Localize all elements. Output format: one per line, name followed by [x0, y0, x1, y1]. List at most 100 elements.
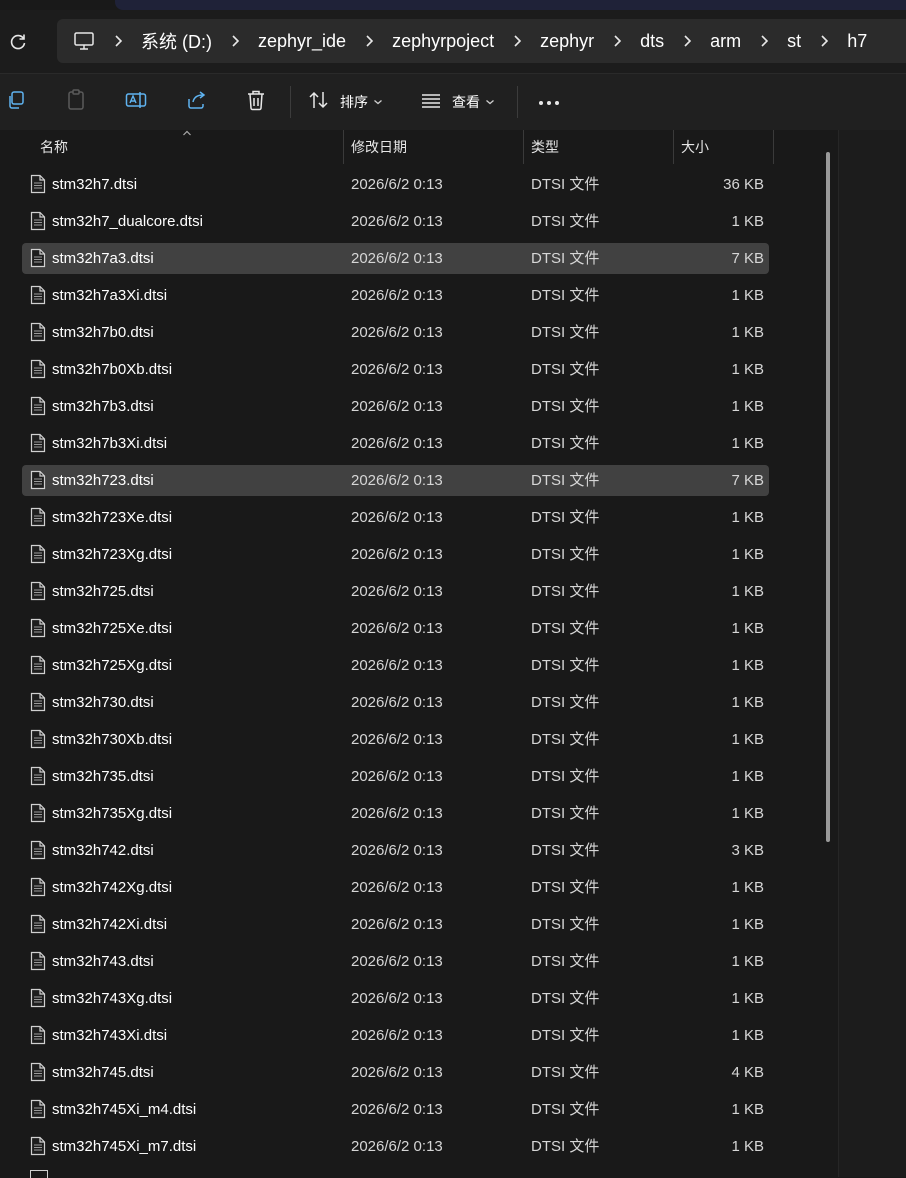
table-row[interactable]: stm32h7b3.dtsi 2026/6/2 0:13 DTSI 文件 1 KB — [22, 391, 769, 422]
file-size: 1 KB — [731, 1138, 764, 1155]
delete-button[interactable] — [246, 90, 266, 114]
file-icon — [30, 877, 46, 897]
table-row[interactable]: stm32h743Xg.dtsi 2026/6/2 0:13 DTSI 文件 1 KB — [22, 983, 769, 1014]
file-name: stm32h743Xg.dtsi — [52, 990, 173, 1007]
file-type: DTSI 文件 — [531, 916, 600, 933]
table-row[interactable]: stm32h725Xe.dtsi 2026/6/2 0:13 DTSI 文件 1 KB — [22, 613, 769, 644]
chevron-right-icon[interactable] — [346, 34, 392, 48]
file-name: stm32h745Xi_m7.dtsi — [52, 1138, 197, 1155]
chevron-right-icon[interactable] — [494, 34, 540, 48]
table-row[interactable]: stm32h745Xi_m4.dtsi 2026/6/2 0:13 DTSI 文件 1… — [22, 1094, 769, 1125]
column-modified[interactable]: 修改日期 — [351, 130, 407, 164]
view-label: 查看 — [452, 94, 480, 110]
table-row[interactable]: stm32h7a3Xi.dtsi 2026/6/2 0:13 DTSI 文件 1 KB — [22, 280, 769, 311]
chevron-right-icon[interactable] — [594, 34, 640, 48]
file-size: 1 KB — [731, 620, 764, 637]
share-button[interactable] — [186, 90, 208, 114]
file-icon — [30, 840, 46, 860]
chevron-down-icon — [485, 93, 495, 111]
table-row[interactable]: stm32h7_dualcore.dtsi 2026/6/2 0:13 DTSI 文… — [22, 206, 769, 237]
column-divider[interactable] — [343, 130, 344, 164]
table-row[interactable]: stm32h725Xg.dtsi 2026/6/2 0:13 DTSI 文件 1 KB — [22, 650, 769, 681]
file-type: DTSI 文件 — [531, 250, 600, 267]
title-strip — [0, 0, 906, 10]
breadcrumb-item[interactable]: zephyrpoject — [392, 31, 494, 52]
refresh-icon[interactable] — [7, 31, 29, 53]
more-options-button[interactable] — [538, 90, 560, 114]
chevron-right-icon[interactable] — [212, 34, 258, 48]
table-row[interactable]: stm32h7b3Xi.dtsi 2026/6/2 0:13 DTSI 文件 1 KB — [22, 428, 769, 459]
rename-button[interactable] — [125, 90, 147, 114]
this-pc-icon[interactable] — [73, 31, 95, 51]
table-row[interactable]: stm32h730Xb.dtsi 2026/6/2 0:13 DTSI 文件 1 KB — [22, 724, 769, 755]
file-type: DTSI 文件 — [531, 990, 600, 1007]
file-icon — [30, 396, 46, 416]
address-bar[interactable]: 系统 (D:) zephyr_ide zephyrpoject zephyr dts ar… — [57, 19, 906, 63]
sort-button[interactable]: 排序 — [308, 90, 383, 114]
file-icon — [30, 211, 46, 231]
file-icon — [30, 618, 46, 638]
file-modified: 2026/6/2 0:13 — [351, 472, 443, 489]
file-modified: 2026/6/2 0:13 — [351, 879, 443, 896]
chevron-down-icon — [373, 93, 383, 111]
file-name: stm32h743.dtsi — [52, 953, 154, 970]
table-row[interactable]: stm32h743Xi.dtsi 2026/6/2 0:13 DTSI 文件 1 KB — [22, 1020, 769, 1051]
table-row[interactable]: stm32h742.dtsi 2026/6/2 0:13 DTSI 文件 3 KB — [22, 835, 769, 866]
file-type: DTSI 文件 — [531, 472, 600, 489]
breadcrumb-item[interactable]: h7 — [847, 31, 867, 52]
file-size: 1 KB — [731, 509, 764, 526]
column-name[interactable]: 名称 — [40, 130, 68, 164]
table-row[interactable]: stm32h730.dtsi 2026/6/2 0:13 DTSI 文件 1 KB — [22, 687, 769, 718]
paste-button[interactable] — [66, 88, 86, 114]
file-modified: 2026/6/2 0:13 — [351, 509, 443, 526]
file-icon — [30, 1136, 46, 1156]
file-icon — [30, 285, 46, 305]
column-divider[interactable] — [673, 130, 674, 164]
breadcrumb-item[interactable]: arm — [710, 31, 741, 52]
table-row[interactable]: stm32h743.dtsi 2026/6/2 0:13 DTSI 文件 1 KB — [22, 946, 769, 977]
table-row[interactable]: stm32h735Xg.dtsi 2026/6/2 0:13 DTSI 文件 1 KB — [22, 798, 769, 829]
copy-button[interactable] — [6, 90, 26, 114]
column-divider[interactable] — [523, 130, 524, 164]
chevron-right-icon[interactable] — [95, 34, 141, 48]
file-modified: 2026/6/2 0:13 — [351, 250, 443, 267]
table-row[interactable]: stm32h7b0.dtsi 2026/6/2 0:13 DTSI 文件 1 KB — [22, 317, 769, 348]
file-type: DTSI 文件 — [531, 398, 600, 415]
table-row[interactable]: stm32h7.dtsi 2026/6/2 0:13 DTSI 文件 36 KB — [22, 169, 769, 200]
view-button[interactable]: 查看 — [420, 90, 495, 114]
column-divider[interactable] — [773, 130, 774, 164]
table-row[interactable]: stm32h742Xg.dtsi 2026/6/2 0:13 DTSI 文件 1 KB — [22, 872, 769, 903]
file-name: stm32h725Xe.dtsi — [52, 620, 173, 637]
table-row[interactable]: stm32h742Xi.dtsi 2026/6/2 0:13 DTSI 文件 1 KB — [22, 909, 769, 940]
file-name: stm32h742.dtsi — [52, 842, 154, 859]
column-size[interactable]: 大小 — [681, 130, 709, 164]
table-row[interactable]: stm32h7b0Xb.dtsi 2026/6/2 0:13 DTSI 文件 1 KB — [22, 354, 769, 385]
breadcrumb-item[interactable]: 系统 (D:) — [141, 28, 212, 54]
table-row[interactable]: stm32h735.dtsi 2026/6/2 0:13 DTSI 文件 1 KB — [22, 761, 769, 792]
table-row[interactable]: stm32h723Xe.dtsi 2026/6/2 0:13 DTSI 文件 1 KB — [22, 502, 769, 533]
table-row[interactable]: stm32h745Xi_m7.dtsi 2026/6/2 0:13 DTSI 文件 1… — [22, 1131, 769, 1162]
breadcrumb-item[interactable]: zephyr — [540, 31, 594, 52]
file-name: stm32h7a3Xi.dtsi — [52, 287, 168, 304]
file-name: stm32h7b3.dtsi — [52, 398, 154, 415]
file-modified: 2026/6/2 0:13 — [351, 916, 443, 933]
table-row[interactable]: stm32h723Xg.dtsi 2026/6/2 0:13 DTSI 文件 1 KB — [22, 539, 769, 570]
breadcrumb-item[interactable]: dts — [640, 31, 664, 52]
sort-ascending-icon — [182, 128, 192, 139]
file-size: 1 KB — [731, 731, 764, 748]
chevron-right-icon[interactable] — [741, 34, 787, 48]
column-header: 名称 修改日期 类型 大小 — [22, 130, 774, 164]
file-size: 1 KB — [731, 1101, 764, 1118]
table-row[interactable]: stm32h7a3.dtsi 2026/6/2 0:13 DTSI 文件 7 KB — [22, 243, 769, 274]
chevron-right-icon[interactable] — [801, 34, 847, 48]
breadcrumb-item[interactable]: st — [787, 31, 801, 52]
chevron-right-icon[interactable] — [664, 34, 710, 48]
table-row[interactable]: stm32h745.dtsi 2026/6/2 0:13 DTSI 文件 4 KB — [22, 1057, 769, 1088]
scrollbar-thumb[interactable] — [826, 152, 830, 842]
table-row[interactable]: stm32h725.dtsi 2026/6/2 0:13 DTSI 文件 1 KB — [22, 576, 769, 607]
breadcrumb-item[interactable]: zephyr_ide — [258, 31, 346, 52]
file-type: DTSI 文件 — [531, 731, 600, 748]
column-type[interactable]: 类型 — [531, 130, 559, 164]
toolbar-divider — [290, 86, 291, 118]
table-row[interactable]: stm32h723.dtsi 2026/6/2 0:13 DTSI 文件 7 KB — [22, 465, 769, 496]
